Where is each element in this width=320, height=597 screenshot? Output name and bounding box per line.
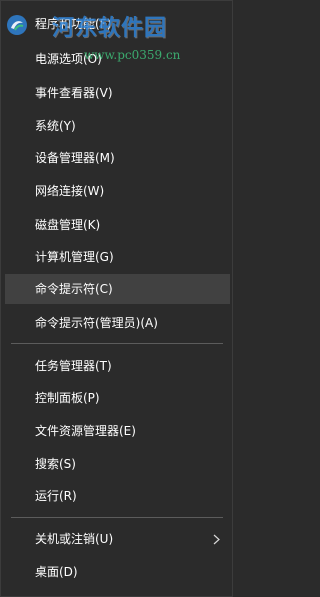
menu-item-system[interactable]: 系统(Y) [5, 111, 230, 141]
menu-item-label: 程序和功能(F) [35, 17, 112, 31]
menu-item-label: 命令提示符(管理员)(A) [35, 316, 158, 330]
menu-item-event-viewer[interactable]: 事件查看器(V) [5, 78, 230, 108]
menu-divider [11, 517, 223, 518]
menu-item-label: 命令提示符(C) [35, 282, 113, 296]
menu-item-label: 控制面板(P) [35, 391, 100, 405]
menu-item-label: 设备管理器(M) [35, 151, 115, 165]
menu-item-label: 系统(Y) [35, 119, 76, 133]
menu-item-label: 磁盘管理(K) [35, 218, 101, 232]
menu-item-label: 运行(R) [35, 489, 77, 503]
menu-item-control-panel[interactable]: 控制面板(P) [5, 383, 230, 413]
context-menu: 程序和功能(F) 电源选项(O) 事件查看器(V) 系统(Y) 设备管理器(M)… [0, 0, 233, 597]
menu-item-search[interactable]: 搜索(S) [5, 449, 230, 479]
menu-item-power-options[interactable]: 电源选项(O) [5, 44, 230, 74]
menu-item-label: 网络连接(W) [35, 184, 105, 198]
menu-divider [11, 343, 223, 344]
menu-item-shut-down-or-sign-out[interactable]: 关机或注销(U) [5, 524, 230, 554]
menu-item-label: 计算机管理(G) [35, 250, 114, 264]
menu-item-label: 搜索(S) [35, 457, 76, 471]
menu-item-programs-and-features[interactable]: 程序和功能(F) [5, 9, 230, 39]
menu-item-desktop[interactable]: 桌面(D) [5, 557, 230, 587]
menu-item-computer-management[interactable]: 计算机管理(G) [5, 242, 230, 272]
menu-item-label: 事件查看器(V) [35, 86, 113, 100]
menu-item-network-connections[interactable]: 网络连接(W) [5, 176, 230, 206]
menu-item-label: 文件资源管理器(E) [35, 424, 136, 438]
menu-item-command-prompt[interactable]: 命令提示符(C) [5, 274, 230, 304]
chevron-right-icon [213, 524, 220, 554]
menu-item-label: 任务管理器(T) [35, 359, 112, 373]
menu-item-label: 关机或注销(U) [35, 532, 114, 546]
menu-item-file-explorer[interactable]: 文件资源管理器(E) [5, 416, 230, 446]
menu-item-disk-management[interactable]: 磁盘管理(K) [5, 210, 230, 240]
menu-item-label: 电源选项(O) [35, 52, 102, 66]
menu-item-task-manager[interactable]: 任务管理器(T) [5, 351, 230, 381]
menu-item-run[interactable]: 运行(R) [5, 481, 230, 511]
menu-item-device-manager[interactable]: 设备管理器(M) [5, 143, 230, 173]
menu-item-command-prompt-admin[interactable]: 命令提示符(管理员)(A) [5, 308, 230, 338]
menu-item-label: 桌面(D) [35, 565, 78, 579]
